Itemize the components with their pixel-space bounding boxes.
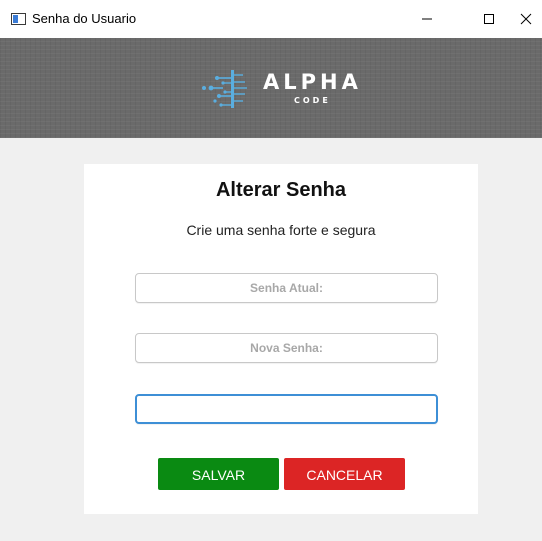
save-button[interactable]: SALVAR [158,458,279,490]
form-subtitle: Crie uma senha forte e segura [186,222,376,238]
password-dialog-window: Senha do Usuario ALPHA CODE Alterar Senh… [0,0,542,541]
alpha-code-logo: ALPHA CODE [195,66,365,110]
cancel-button[interactable]: CANCELAR [284,458,405,490]
change-password-card: Alterar Senha Crie uma senha forte e seg… [84,164,478,514]
content-area: Alterar Senha Crie uma senha forte e seg… [0,138,542,541]
logo-wordmark: ALPHA [263,70,362,94]
logo-subtext: CODE [294,96,331,105]
close-button[interactable] [510,0,542,38]
minimize-button[interactable] [404,0,450,38]
title-bar: Senha do Usuario [0,0,542,38]
circuit-logo-icon [202,70,247,108]
app-icon [11,13,26,25]
close-icon [520,13,532,25]
confirm-password-input[interactable] [135,394,438,424]
maximize-button[interactable] [466,0,512,38]
current-password-input[interactable] [135,273,438,303]
minimize-icon [422,18,432,20]
new-password-input[interactable] [135,333,438,363]
header-banner: ALPHA CODE [0,38,542,138]
maximize-icon [484,14,494,24]
window-title: Senha do Usuario [32,11,137,26]
form-title: Alterar Senha [215,179,347,201]
